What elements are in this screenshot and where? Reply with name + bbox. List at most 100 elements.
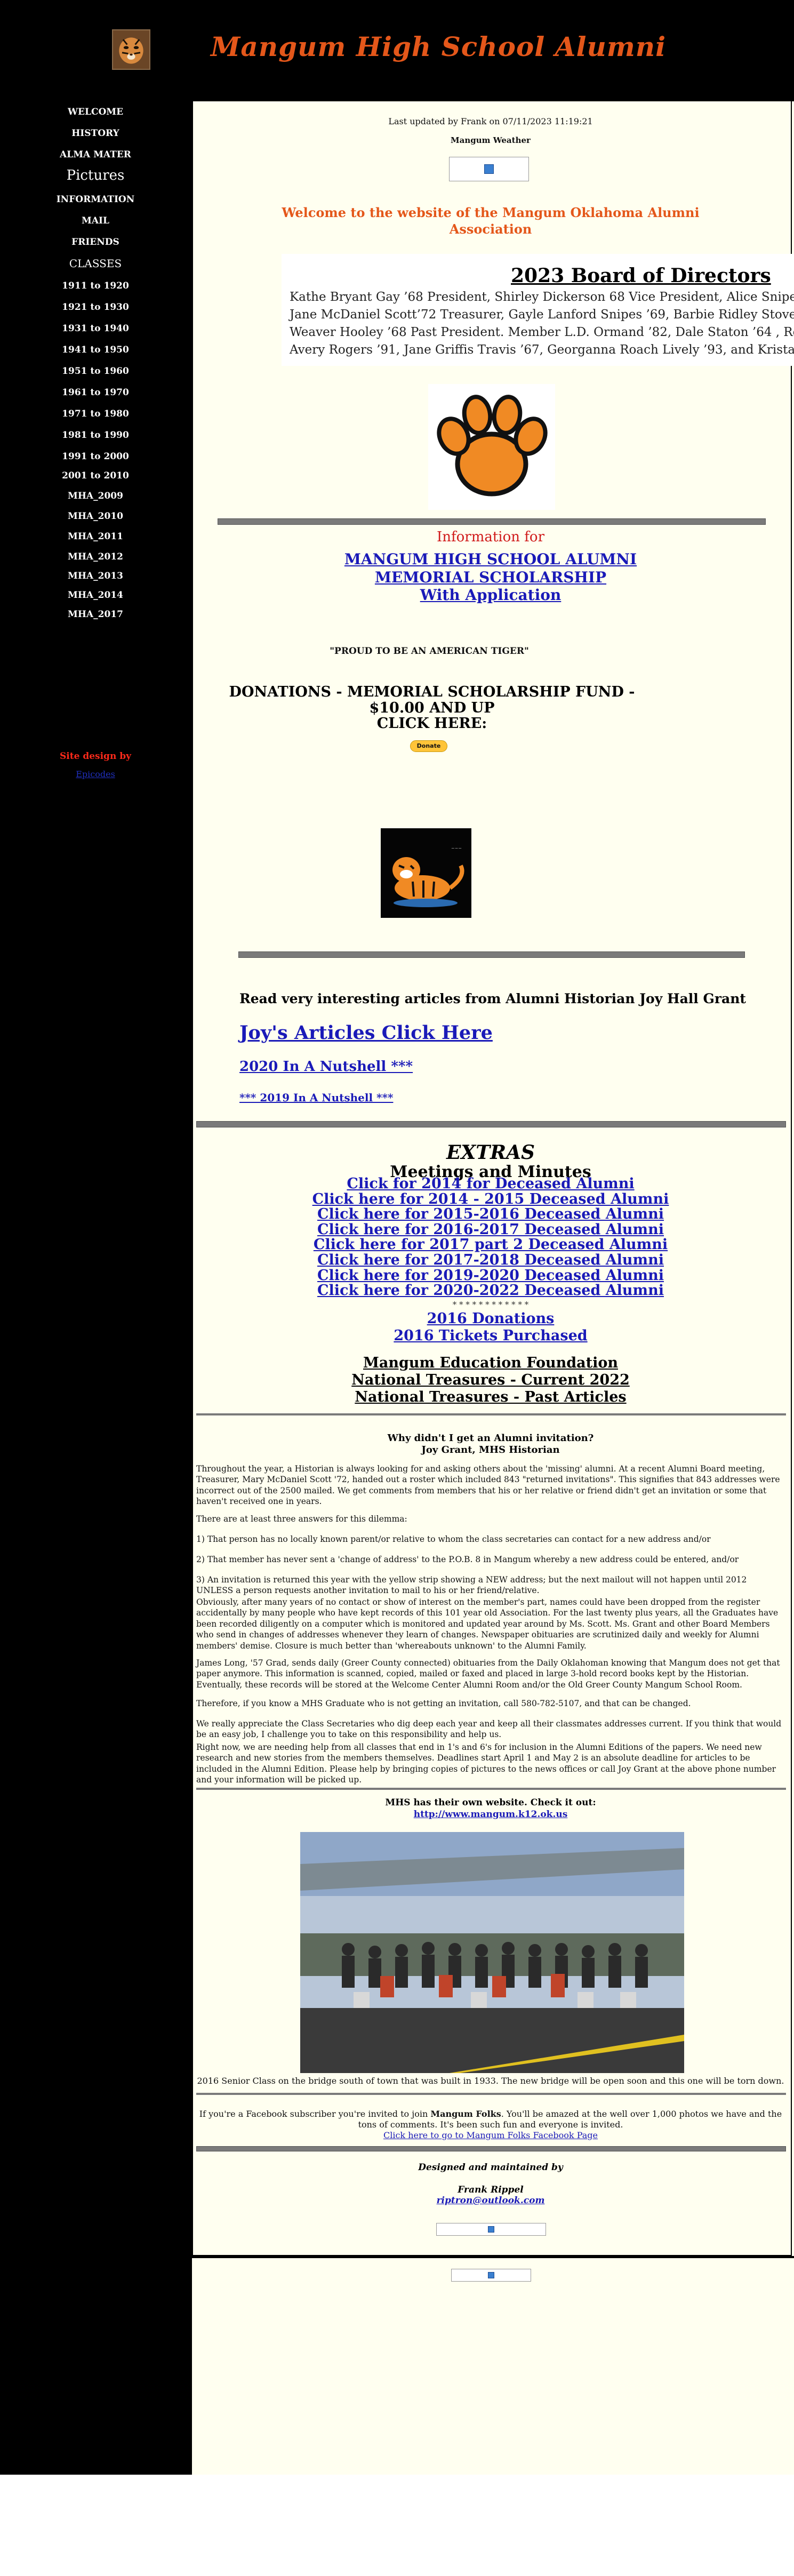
nav-1941-1950[interactable]: 1941 to 1950	[0, 345, 191, 355]
maintained-label: Designed and maintained by	[418, 2162, 563, 2173]
article-paragraph: Throughout the year, a Historian is alwa…	[196, 1464, 780, 1507]
nav-welcome[interactable]: WELCOME	[0, 107, 191, 117]
nav-1971-1980[interactable]: 1971 to 1980	[0, 409, 191, 419]
tickets-2016-link[interactable]: 2016 Tickets Purchased	[192, 1327, 789, 1344]
divider	[218, 518, 766, 525]
site-title: Mangum High School Alumni	[211, 31, 667, 62]
donations-2016-link[interactable]: 2016 Donations	[192, 1310, 789, 1327]
welcome-heading: Welcome to the website of the Mangum Okl…	[282, 205, 700, 237]
divider	[196, 2093, 786, 2095]
facebook-text: If you're a Facebook subscriber you're i…	[199, 2109, 431, 2119]
nav-information[interactable]: INFORMATION	[0, 194, 191, 205]
footer-widget-icon	[488, 2272, 494, 2278]
site-design-link[interactable]: Epicodes	[0, 769, 191, 779]
site-header: Mangum High School Alumni	[0, 0, 794, 101]
nav-mha-2010[interactable]: MHA_2010	[0, 511, 191, 522]
donations-line: CLICK HERE:	[376, 715, 487, 732]
deceased-link[interactable]: Click here for 2014 - 2015 Deceased Alum…	[192, 1191, 789, 1207]
nav-classes[interactable]: CLASSES	[0, 257, 191, 270]
counter-widget[interactable]	[436, 2223, 546, 2236]
nav-2001-2010[interactable]: 2001 to 2010	[0, 470, 191, 481]
board-title: 2023 Board of Directors	[511, 265, 771, 287]
board-panel: 2023 Board of Directors Kathe Bryant Gay…	[282, 254, 794, 366]
nav-1911-1920[interactable]: 1911 to 1920	[0, 281, 191, 291]
nav-pictures[interactable]: Pictures	[0, 167, 191, 183]
weather-widget[interactable]	[449, 157, 529, 181]
foundation-block: Mangum Education Foundation National Tre…	[192, 1355, 789, 1406]
scholarship-line[interactable]: MANGUM HIGH SCHOOL ALUMNI	[192, 550, 789, 569]
scholarship-link[interactable]: MANGUM HIGH SCHOOL ALUMNI MEMORIAL SCHOL…	[192, 550, 789, 604]
nav-mha-2013[interactable]: MHA_2013	[0, 571, 191, 581]
facebook-block: If you're a Facebook subscriber you're i…	[192, 2109, 789, 2141]
divider	[196, 2146, 786, 2151]
board-line: Jane McDaniel Scott’72 Treasurer, Gayle …	[290, 308, 794, 322]
extras-title: EXTRAS	[446, 1141, 535, 1164]
article-paragraph: Right now, we are needing help from all …	[196, 1742, 776, 1785]
deceased-link[interactable]: Click here for 2017-2018 Deceased Alumni	[192, 1252, 789, 1268]
nutshell-2020-link[interactable]: 2020 In A Nutshell ***	[239, 1059, 413, 1075]
nav-alma-mater[interactable]: ALMA MATER	[0, 149, 191, 160]
scholarship-line[interactable]: MEMORIAL SCHOLARSHIP	[192, 569, 789, 587]
deceased-link[interactable]: Click for 2014 for Deceased Alumni	[192, 1176, 789, 1192]
nav-mha-2014[interactable]: MHA_2014	[0, 590, 191, 601]
deceased-link[interactable]: Click here for 2017 part 2 Deceased Alum…	[192, 1237, 789, 1253]
facebook-text: tons of comments. It's been such fun and…	[358, 2119, 623, 2130]
weather-label: Mangum Weather	[451, 135, 531, 145]
nutshell-2019-link[interactable]: *** 2019 In A Nutshell ***	[239, 1091, 393, 1104]
board-line: Kathe Bryant Gay ’68 President, Shirley …	[290, 290, 794, 304]
nav-1921-1930[interactable]: 1921 to 1930	[0, 302, 191, 313]
foundation-link[interactable]: Mangum Education Foundation	[192, 1355, 789, 1372]
footer-widget[interactable]	[451, 2269, 531, 2282]
nav-history[interactable]: HISTORY	[0, 128, 191, 139]
website-heading: MHS has their own website. Check it out:	[385, 1797, 596, 1808]
tiger-paw-icon	[428, 384, 555, 510]
article-paragraph: There are at least three answers for thi…	[196, 1514, 407, 1524]
deceased-link[interactable]: Click here for 2019-2020 Deceased Alumni	[192, 1268, 789, 1284]
article-paragraph: 3) An invitation is returned this year w…	[196, 1575, 747, 1596]
article-paragraph: We really appreciate the Class Secretari…	[196, 1719, 782, 1740]
photo-caption: 2016 Senior Class on the bridge south of…	[197, 2076, 784, 2086]
donate-button[interactable]: Donate	[410, 740, 447, 752]
nav-mha-2017[interactable]: MHA_2017	[0, 609, 191, 620]
nav-1961-1970[interactable]: 1961 to 1970	[0, 387, 191, 398]
stars-divider: * * * * * * * * * * * *	[452, 1300, 529, 1309]
nav-mha-2012[interactable]: MHA_2012	[0, 551, 191, 562]
nav-1981-1990[interactable]: 1981 to 1990	[0, 430, 191, 441]
invitation-author: Joy Grant, MHS Historian	[421, 1444, 560, 1455]
nav-mha-2009[interactable]: MHA_2009	[0, 491, 191, 501]
treasures-past-link[interactable]: National Treasures - Past Articles	[192, 1389, 789, 1406]
board-line: Avery Rogers ’91, Jane Griffis Travis ’6…	[290, 343, 794, 357]
treasures-current-link[interactable]: National Treasures - Current 2022	[192, 1372, 789, 1389]
maintainer-name: Frank Rippel	[458, 2185, 524, 2195]
donations-block: DONATIONS - MEMORIAL SCHOLARSHIP FUND - …	[208, 684, 656, 732]
articles-heading: Read very interesting articles from Alum…	[239, 991, 746, 1006]
nav-1991-2000[interactable]: 1991 to 2000	[0, 451, 191, 462]
nav-friends[interactable]: FRIENDS	[0, 237, 191, 247]
divider	[196, 1788, 786, 1790]
divider	[196, 1413, 786, 1415]
invitation-heading: Why didn't I get an Alumni invitation? J…	[192, 1433, 789, 1455]
nav-1931-1940[interactable]: 1931 to 1940	[0, 323, 191, 334]
svg-text:~~~: ~~~	[451, 846, 462, 851]
counter-icon	[488, 2226, 494, 2233]
nav-1951-1960[interactable]: 1951 to 1960	[0, 366, 191, 377]
nav-mha-2011[interactable]: MHA_2011	[0, 531, 191, 542]
deceased-link[interactable]: Click here for 2016-2017 Deceased Alumni	[192, 1222, 789, 1238]
deceased-link[interactable]: Click here for 2015-2016 Deceased Alumni	[192, 1207, 789, 1222]
article-paragraph: 1) That person has no locally known pare…	[196, 1534, 711, 1544]
tiger-logo	[112, 29, 150, 70]
maintainer-email-link[interactable]: riptron@outlook.com	[192, 2195, 789, 2206]
board-line: Weaver Hooley ’68 Past President. Member…	[290, 325, 794, 339]
donations-line: $10.00 AND UP	[369, 699, 495, 716]
nav-mail[interactable]: MAIL	[0, 215, 191, 226]
article-paragraph: Therefore, if you know a MHS Graduate wh…	[196, 1699, 691, 1708]
joys-articles-link[interactable]: Joy's Articles Click Here	[239, 1022, 493, 1044]
invitation-title: Why didn't I get an Alumni invitation?	[387, 1433, 594, 1444]
facebook-page-link[interactable]: Click here to go to Mangum Folks Faceboo…	[192, 2130, 789, 2141]
divider	[238, 951, 745, 958]
divider	[196, 1121, 786, 1127]
scholarship-line[interactable]: With Application	[192, 586, 789, 604]
mhs-website-link[interactable]: http://www.mangum.k12.ok.us	[192, 1809, 789, 1820]
proud-tagline: "PROUD TO BE AN AMERICAN TIGER"	[330, 646, 529, 657]
deceased-link[interactable]: Click here for 2020-2022 Deceased Alumni	[192, 1283, 789, 1299]
